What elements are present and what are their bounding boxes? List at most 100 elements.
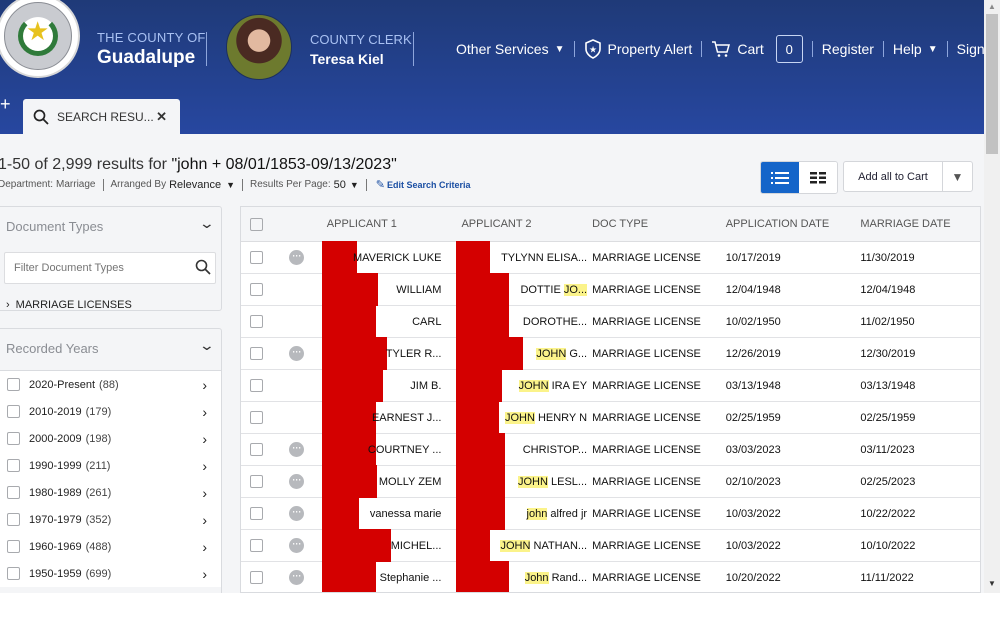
chevron-right-icon[interactable]: › xyxy=(202,485,207,501)
year-filter-item[interactable]: 1950-1959 (699) › xyxy=(0,560,221,587)
year-filter-item[interactable]: 1990-1999 (211) › xyxy=(0,452,221,479)
applicant-1-cell[interactable]: TYLER R... xyxy=(321,337,457,370)
add-all-to-cart-button[interactable]: Add all to Cart xyxy=(844,162,943,191)
chevron-right-icon[interactable]: › xyxy=(202,512,207,528)
tab-search-results[interactable]: SEARCH RESU... ✕ xyxy=(23,99,180,135)
nav-sign-in[interactable]: Sign In xyxy=(957,41,984,57)
applicant-1-cell[interactable]: MOLLY ZEM xyxy=(321,465,457,498)
applicant-1-cell[interactable]: vanessa marie xyxy=(321,497,457,530)
table-row[interactable]: ··· MAVERICK LUKE TYLYNN ELISA... MARRIAGE … xyxy=(241,241,980,274)
table-row[interactable]: ··· MOLLY ZEM JOHN LESL... MARRIAGE LICENSE… xyxy=(241,465,980,498)
add-cart-dropdown-icon[interactable]: ▼ xyxy=(943,162,972,191)
chevron-right-icon[interactable]: › xyxy=(202,404,207,420)
chevron-right-icon[interactable]: › xyxy=(202,431,207,447)
column-header-application-date[interactable]: APPLICATION DATE xyxy=(726,218,861,230)
year-checkbox[interactable] xyxy=(7,378,20,391)
applicant-1-cell[interactable]: Stephanie ... xyxy=(321,561,457,592)
nav-other-services[interactable]: Other Services ▼ xyxy=(456,41,565,57)
table-row[interactable]: ··· vanessa marie john alfred jr MARRIAGE L… xyxy=(241,497,980,530)
search-icon[interactable] xyxy=(195,259,211,275)
nav-property-alert[interactable]: ★ Property Alert xyxy=(584,39,692,59)
applicant-2-cell[interactable]: john alfred jr xyxy=(456,497,591,530)
more-options-icon[interactable]: ··· xyxy=(289,506,305,521)
year-checkbox[interactable] xyxy=(7,567,20,580)
list-view-button[interactable] xyxy=(761,162,799,193)
scroll-up-arrow-icon[interactable]: ▲ xyxy=(988,2,996,11)
arranged-by-select[interactable]: Relevance xyxy=(169,179,221,191)
applicant-2-cell[interactable]: DOTTIE JO... xyxy=(456,273,591,306)
chevron-down-icon[interactable]: ⌄ xyxy=(199,337,215,354)
year-checkbox[interactable] xyxy=(7,540,20,553)
year-filter-item[interactable]: 2010-2019 (179) › xyxy=(0,398,221,425)
chevron-right-icon[interactable]: › xyxy=(202,377,207,393)
applicant-1-cell[interactable]: COURTNEY ... xyxy=(321,433,457,466)
year-filter-item[interactable]: 2020-Present (88) › xyxy=(0,371,221,398)
applicant-1-cell[interactable]: EARNEST J... xyxy=(321,401,457,434)
chevron-down-icon[interactable]: ⌄ xyxy=(199,215,215,232)
table-row[interactable]: ··· Stephanie ... John Rand... MARRIAGE LIC… xyxy=(241,561,980,592)
row-checkbox[interactable] xyxy=(249,539,263,552)
more-options-icon[interactable]: ··· xyxy=(289,346,305,361)
new-tab-button[interactable]: + xyxy=(0,95,11,113)
year-checkbox[interactable] xyxy=(7,459,20,472)
row-checkbox[interactable] xyxy=(249,411,263,424)
county-seal-logo[interactable]: ★ xyxy=(0,0,80,78)
applicant-2-cell[interactable]: JOHN G... xyxy=(456,337,591,370)
chevron-right-icon[interactable]: › xyxy=(202,566,207,582)
row-checkbox[interactable] xyxy=(249,283,263,296)
nav-register[interactable]: Register xyxy=(822,41,874,57)
applicant-2-cell[interactable]: John Rand... xyxy=(456,561,591,592)
applicant-1-cell[interactable]: MICHEL... xyxy=(321,529,457,562)
more-options-icon[interactable]: ··· xyxy=(289,474,305,489)
applicant-1-cell[interactable]: CARL xyxy=(321,305,457,338)
row-checkbox[interactable] xyxy=(249,507,263,520)
applicant-1-cell[interactable]: MAVERICK LUKE xyxy=(321,241,457,274)
more-options-icon[interactable]: ··· xyxy=(289,570,305,585)
edit-search-criteria-link[interactable]: Edit Search Criteria xyxy=(387,180,471,190)
year-checkbox[interactable] xyxy=(7,405,20,418)
year-filter-item[interactable]: 1980-1989 (261) › xyxy=(0,479,221,506)
applicant-2-cell[interactable]: JOHN NATHAN... xyxy=(456,529,591,562)
row-checkbox[interactable] xyxy=(249,443,263,456)
applicant-1-cell[interactable]: JIM B. xyxy=(321,369,457,402)
row-checkbox[interactable] xyxy=(249,475,263,488)
close-tab-icon[interactable]: ✕ xyxy=(156,109,167,125)
nav-help[interactable]: Help ▼ xyxy=(893,41,938,57)
row-checkbox[interactable] xyxy=(249,571,263,584)
more-options-icon[interactable]: ··· xyxy=(289,442,305,457)
year-checkbox[interactable] xyxy=(7,486,20,499)
applicant-2-cell[interactable]: TYLYNN ELISA... xyxy=(456,241,591,274)
per-page-select[interactable]: 50 xyxy=(334,179,346,191)
row-checkbox[interactable] xyxy=(249,347,263,360)
row-checkbox[interactable] xyxy=(249,315,263,328)
select-all-checkbox[interactable] xyxy=(249,217,263,231)
applicant-2-cell[interactable]: JOHN HENRY N xyxy=(456,401,591,434)
column-header-applicant-1[interactable]: APPLICANT 1 xyxy=(322,207,457,241)
table-row[interactable]: CARL DOROTHE... MARRIAGE LICENSE 10/02/1950… xyxy=(241,305,980,338)
more-options-icon[interactable]: ··· xyxy=(289,250,305,265)
applicant-1-cell[interactable]: WILLIAM xyxy=(321,273,457,306)
year-filter-item[interactable]: 1970-1979 (352) › xyxy=(0,506,221,533)
page-scrollbar[interactable]: ▲ ▼ xyxy=(984,0,1000,593)
table-row[interactable]: WILLIAM DOTTIE JO... MARRIAGE LICENSE 12/04… xyxy=(241,273,980,306)
chevron-right-icon[interactable]: › xyxy=(202,539,207,555)
year-checkbox[interactable] xyxy=(7,513,20,526)
table-row[interactable]: ··· MICHEL... JOHN NATHAN... MARRIAGE LICEN… xyxy=(241,529,980,562)
doc-type-marriage-licenses[interactable]: › MARRIAGE LICENSES xyxy=(6,299,132,311)
applicant-2-cell[interactable]: JOHN IRA EY xyxy=(456,369,591,402)
table-row[interactable]: ··· COURTNEY ... CHRISTOP... MARRIAGE LICEN… xyxy=(241,433,980,466)
scroll-down-arrow-icon[interactable]: ▼ xyxy=(988,579,996,588)
year-filter-item[interactable]: 1960-1969 (488) › xyxy=(0,533,221,560)
more-options-icon[interactable]: ··· xyxy=(289,538,305,553)
caret-down-icon[interactable]: ▼ xyxy=(226,180,235,190)
applicant-2-cell[interactable]: JOHN LESL... xyxy=(456,465,591,498)
year-filter-item[interactable]: 2000-2009 (198) › xyxy=(0,425,221,452)
chevron-right-icon[interactable]: › xyxy=(202,458,207,474)
nav-cart[interactable]: Cart 0 xyxy=(711,35,803,63)
table-row[interactable]: JIM B. JOHN IRA EY MARRIAGE LICENSE 03/13/1… xyxy=(241,369,980,402)
column-header-marriage-date[interactable]: MARRIAGE DATE xyxy=(860,218,980,230)
applicant-2-cell[interactable]: DOROTHE... xyxy=(456,305,591,338)
scroll-thumb[interactable] xyxy=(986,14,998,154)
row-checkbox[interactable] xyxy=(249,251,263,264)
column-header-applicant-2[interactable]: APPLICANT 2 xyxy=(456,207,591,241)
